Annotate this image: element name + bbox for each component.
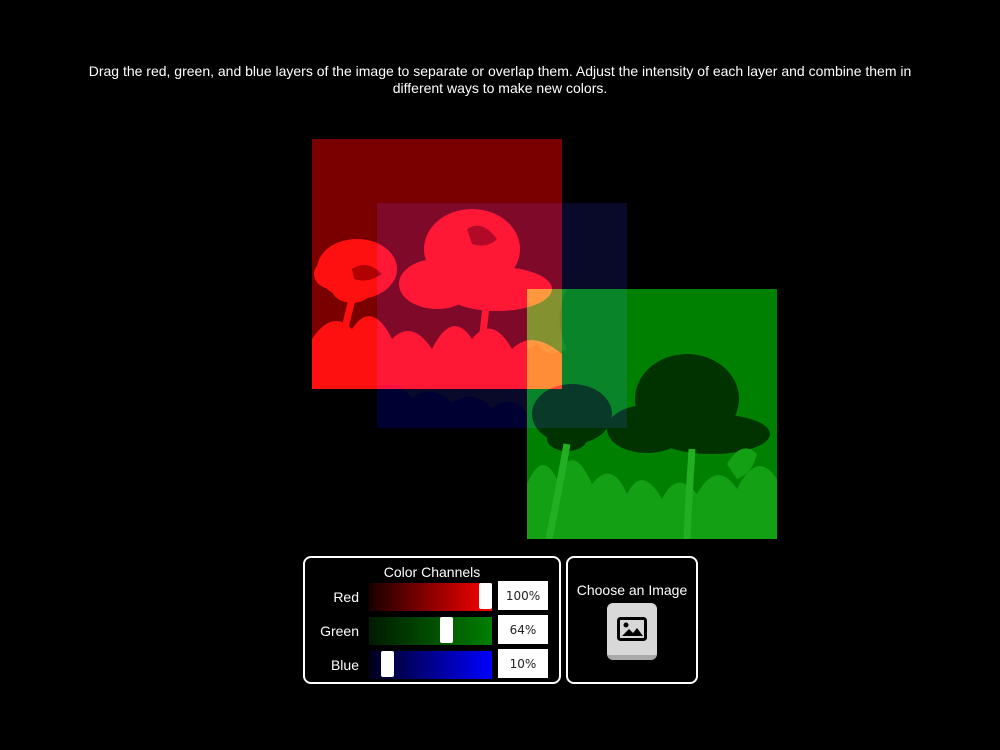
green-layer-image: [527, 289, 777, 539]
green-layer[interactable]: [527, 289, 777, 539]
blue-channel-label: Blue: [330, 657, 359, 673]
image-icon: [617, 617, 647, 641]
red-slider-thumb[interactable]: [479, 583, 492, 609]
blue-slider-thumb[interactable]: [380, 651, 394, 677]
green-slider-thumb[interactable]: [439, 617, 453, 643]
blue-value-field[interactable]: [498, 649, 548, 678]
blue-slider[interactable]: [369, 651, 492, 679]
green-channel-label: Green: [320, 623, 359, 639]
green-value-field[interactable]: [498, 615, 548, 644]
choose-image-panel: Choose an Image: [566, 556, 698, 684]
panel-title: Color Channels: [383, 564, 481, 580]
blue-channel-row: Blue: [305, 649, 559, 679]
red-slider[interactable]: [369, 583, 492, 611]
choose-image-label: Choose an Image: [576, 582, 688, 598]
green-channel-row: Green: [305, 615, 559, 645]
green-slider[interactable]: [369, 617, 492, 645]
red-channel-label: Red: [333, 589, 359, 605]
red-channel-row: Red: [305, 581, 559, 611]
choose-image-button[interactable]: [607, 603, 657, 660]
color-channels-panel: Color Channels Red Green Blue: [303, 556, 561, 684]
red-value-field[interactable]: [498, 581, 548, 610]
